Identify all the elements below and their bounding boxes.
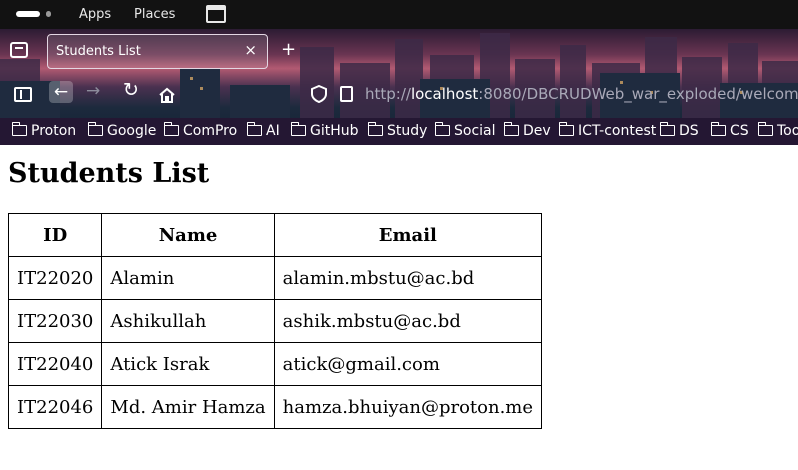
cell-name: Ashikullah bbox=[101, 299, 275, 343]
table-header-row: ID Name Email bbox=[7, 213, 543, 257]
bookmark-folder[interactable]: Social bbox=[434, 122, 496, 139]
page-title: Students List bbox=[8, 158, 210, 189]
folder-icon bbox=[246, 122, 262, 136]
folder-icon bbox=[558, 122, 574, 136]
bookmark-folder[interactable]: GitHub bbox=[290, 122, 359, 139]
forward-arrow-icon[interactable]: → bbox=[86, 81, 100, 101]
system-top-bar: Apps Places bbox=[0, 0, 798, 29]
tab-students-list[interactable]: Students List × bbox=[47, 34, 268, 69]
page-icon bbox=[340, 86, 353, 102]
url-field[interactable]: http://localhost:8080/DBCRUDWeb_war_expl… bbox=[365, 85, 798, 103]
cell-email: atick@gmail.com bbox=[273, 342, 543, 386]
cell-id: IT22020 bbox=[7, 256, 103, 300]
bookmark-folder[interactable]: AI bbox=[246, 122, 280, 139]
cell-id: IT22030 bbox=[7, 299, 103, 343]
home-icon[interactable] bbox=[158, 87, 176, 103]
shield-icon[interactable] bbox=[311, 85, 327, 103]
column-header-email: Email bbox=[273, 213, 543, 257]
students-table: ID Name Email IT22020 Alamin alamin.mbst… bbox=[7, 213, 543, 429]
folder-icon bbox=[710, 122, 726, 136]
bookmark-folder[interactable]: Google bbox=[87, 122, 156, 139]
reload-icon[interactable]: ↻ bbox=[123, 79, 139, 101]
folder-icon bbox=[87, 122, 103, 136]
bookmark-folder[interactable]: Proton bbox=[11, 122, 76, 139]
folder-icon bbox=[434, 122, 450, 136]
sidebar-icon[interactable] bbox=[14, 87, 32, 102]
bookmark-folder[interactable]: ComPro bbox=[163, 122, 237, 139]
table-row: IT22046 Md. Amir Hamza hamza.bhuiyan@pro… bbox=[7, 385, 543, 429]
folder-icon bbox=[659, 122, 675, 136]
table-row: IT22030 Ashikullah ashik.mbstu@ac.bd bbox=[7, 299, 543, 343]
column-header-name: Name bbox=[101, 213, 275, 257]
bookmark-folder[interactable]: CS bbox=[710, 122, 749, 139]
folder-icon bbox=[290, 122, 306, 136]
cell-email: ashik.mbstu@ac.bd bbox=[273, 299, 543, 343]
folder-icon bbox=[757, 122, 773, 136]
bookmarks-bar: Proton Google ComPro AI GitHub Study Soc… bbox=[0, 118, 798, 145]
cell-id: IT22040 bbox=[7, 342, 103, 386]
workspace-indicator-icon[interactable] bbox=[46, 11, 51, 17]
bookmark-folder[interactable]: Dev bbox=[503, 122, 551, 139]
back-arrow-icon[interactable]: ← bbox=[49, 81, 73, 103]
folder-icon bbox=[367, 122, 383, 136]
tab-list-icon[interactable] bbox=[10, 42, 28, 58]
cell-name: Atick Israk bbox=[101, 342, 275, 386]
workspace-indicator-icon[interactable] bbox=[16, 11, 40, 17]
table-row: IT22040 Atick Israk atick@gmail.com bbox=[7, 342, 543, 386]
table-row: IT22020 Alamin alamin.mbstu@ac.bd bbox=[7, 256, 543, 300]
bookmark-folder[interactable]: Study bbox=[367, 122, 427, 139]
page-content: Students List ID Name Email IT22020 Alam… bbox=[0, 145, 798, 470]
column-header-id: ID bbox=[7, 213, 103, 257]
cell-email: hamza.bhuiyan@proton.me bbox=[273, 385, 543, 429]
cell-id: IT22046 bbox=[7, 385, 103, 429]
close-icon[interactable]: × bbox=[244, 41, 257, 59]
folder-icon bbox=[11, 122, 27, 136]
window-icon[interactable] bbox=[206, 5, 226, 23]
bookmark-folder[interactable]: Too bbox=[757, 122, 798, 139]
folder-icon bbox=[503, 122, 519, 136]
bookmark-folder[interactable]: ICT-contest bbox=[558, 122, 656, 139]
tab-title: Students List bbox=[56, 44, 141, 59]
cell-email: alamin.mbstu@ac.bd bbox=[273, 256, 543, 300]
browser-chrome: Students List × + ← → ↻ http://localhost… bbox=[0, 29, 798, 145]
plus-icon[interactable]: + bbox=[281, 39, 296, 60]
folder-icon bbox=[163, 122, 179, 136]
bookmark-folder[interactable]: DS bbox=[659, 122, 699, 139]
places-menu[interactable]: Places bbox=[134, 7, 175, 22]
cell-name: Alamin bbox=[101, 256, 275, 300]
cell-name: Md. Amir Hamza bbox=[101, 385, 275, 429]
apps-menu[interactable]: Apps bbox=[79, 7, 111, 22]
